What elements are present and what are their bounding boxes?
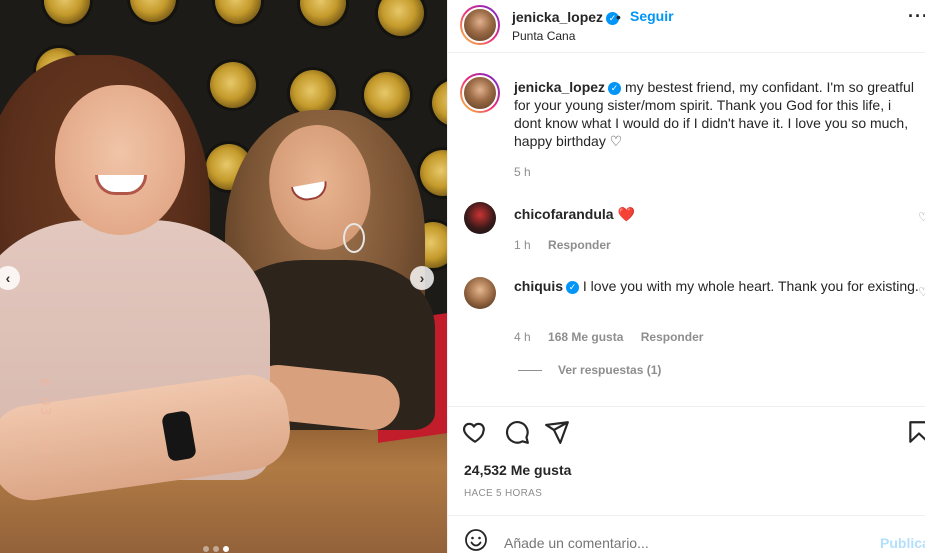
post-actions: 24,532 Me gusta HACE 5 HORAS: [448, 406, 925, 516]
comment-like-heart-icon[interactable]: ♡: [918, 285, 925, 299]
post-timestamp[interactable]: HACE 5 HORAS: [464, 488, 542, 499]
post-header: jenicka_lopez✓ • Seguir Punta Cana ···: [448, 0, 925, 53]
chevron-right-icon: ›: [419, 270, 425, 286]
comment-likes-count[interactable]: 168 Me gusta: [548, 330, 623, 344]
post-location[interactable]: Punta Cana: [512, 29, 575, 43]
red-heart-emoji: ❤️: [617, 206, 635, 222]
comment-like-heart-icon[interactable]: ♡: [918, 210, 925, 224]
follow-button[interactable]: Seguir: [630, 8, 674, 24]
caption-age[interactable]: 5 h: [514, 165, 531, 179]
comment-username[interactable]: chiquis: [514, 278, 563, 294]
caption-username[interactable]: jenicka_lopez: [514, 79, 605, 95]
view-replies-button[interactable]: Ver respuestas (1): [518, 363, 661, 377]
comment-reply-button[interactable]: Responder: [641, 330, 704, 344]
next-slide-button[interactable]: ›: [410, 266, 434, 290]
caption-meta: 5 h: [514, 165, 531, 179]
author-username[interactable]: jenicka_lopez ✓: [512, 9, 620, 25]
comment-reply-button[interactable]: Responder: [548, 238, 611, 252]
verified-badge-icon: ✓: [608, 81, 622, 95]
carousel-dot: [213, 546, 219, 552]
author-avatar[interactable]: [460, 5, 500, 45]
comment-icon[interactable]: [504, 419, 530, 445]
comment-text-block: chicofarandula ❤️: [514, 205, 919, 223]
chevron-left-icon: ‹: [5, 270, 11, 286]
photo-date-stamp: 6 03 '22: [37, 378, 52, 457]
send-icon[interactable]: [544, 419, 570, 445]
comment-age[interactable]: 4 h: [514, 330, 531, 344]
verified-badge-icon: ✓: [566, 280, 580, 294]
carousel-dot: [203, 546, 209, 552]
comment-age[interactable]: 1 h: [514, 238, 531, 252]
comment-input[interactable]: [504, 535, 854, 551]
heart-icon[interactable]: [462, 419, 488, 445]
bookmark-icon[interactable]: [906, 419, 925, 445]
header-separator: •: [616, 9, 621, 25]
commenter-avatar[interactable]: [464, 202, 496, 234]
author-username-text[interactable]: jenicka_lopez: [512, 9, 603, 25]
add-comment-bar: Publicar: [448, 515, 925, 553]
emoji-icon[interactable]: [464, 528, 488, 552]
commenter-avatar[interactable]: [464, 277, 496, 309]
wall-stud: [364, 72, 410, 118]
likes-count[interactable]: 24,532 Me gusta: [464, 462, 571, 478]
carousel-indicator: [203, 546, 229, 552]
caption-avatar[interactable]: [460, 73, 500, 113]
more-options-icon[interactable]: ···: [908, 6, 925, 27]
comment-meta: 4 h 168 Me gusta Responder: [514, 330, 703, 344]
caption-text-block: jenicka_lopez ✓ my bestest friend, my con…: [514, 78, 919, 150]
comment-username[interactable]: chicofarandula: [514, 206, 614, 222]
comment-meta: 1 h Responder: [514, 238, 611, 252]
comment-text-block: chiquis ✓ I love you with my whole heart.…: [514, 277, 919, 295]
view-replies-label: Ver respuestas (1): [558, 363, 662, 377]
carousel-dot-active: [223, 546, 229, 552]
publish-comment-button[interactable]: Publicar: [880, 535, 925, 551]
replies-divider: [518, 370, 542, 372]
comment-text: I love you with my whole heart. Thank yo…: [582, 278, 919, 294]
hoop-earring: [343, 223, 365, 253]
post-detail-panel: jenicka_lopez✓ • Seguir Punta Cana ··· j…: [447, 0, 925, 553]
person-left-face: [55, 85, 185, 235]
post-media[interactable]: 6 03 '22 ‹ ›: [0, 0, 447, 553]
wall-stud: [210, 62, 256, 108]
